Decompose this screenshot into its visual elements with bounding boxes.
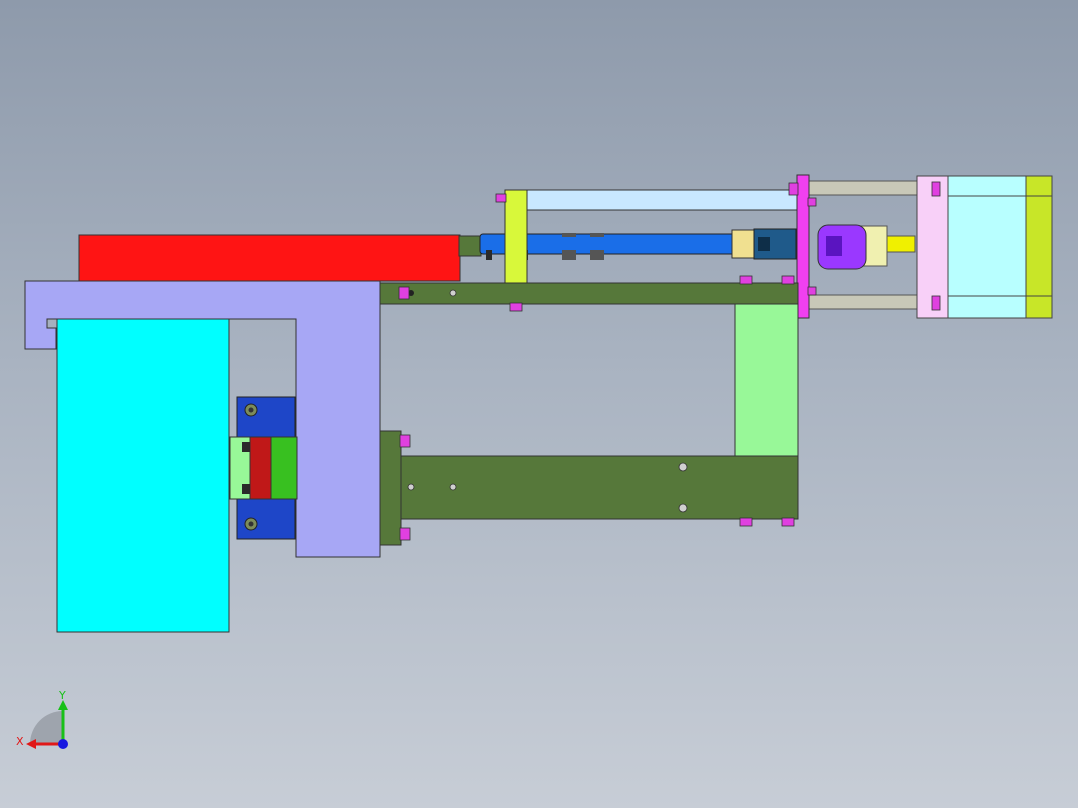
stepper-motor bbox=[916, 175, 1053, 319]
motor-shaft bbox=[884, 235, 916, 253]
slider-assembly bbox=[229, 396, 298, 540]
cad-viewport[interactable]: X Y bbox=[0, 0, 1078, 808]
red-block-connector bbox=[458, 235, 482, 257]
bearing-block-top bbox=[236, 396, 296, 438]
cyan-block bbox=[56, 318, 230, 633]
magenta-plate bbox=[796, 174, 810, 319]
bearing-block-bottom bbox=[236, 498, 296, 540]
frame-bottom-end bbox=[379, 430, 402, 546]
light-green-post bbox=[734, 303, 799, 458]
motor-body bbox=[947, 175, 1029, 319]
frame-bottom-plate bbox=[399, 455, 799, 520]
assembly-drawing bbox=[24, 174, 1053, 633]
top-guide-bar bbox=[524, 189, 804, 211]
guide-rod-upper bbox=[807, 180, 921, 196]
motor-end-cap bbox=[1025, 175, 1053, 319]
lime-plate bbox=[504, 189, 528, 285]
frame-top-rail bbox=[379, 282, 799, 305]
nut-block-yellow bbox=[731, 229, 757, 259]
assembly-model[interactable] bbox=[0, 0, 1078, 808]
red-block bbox=[78, 234, 461, 282]
slider-red bbox=[249, 436, 273, 500]
slider-green bbox=[270, 436, 298, 500]
guide-rod-lower bbox=[807, 294, 921, 310]
